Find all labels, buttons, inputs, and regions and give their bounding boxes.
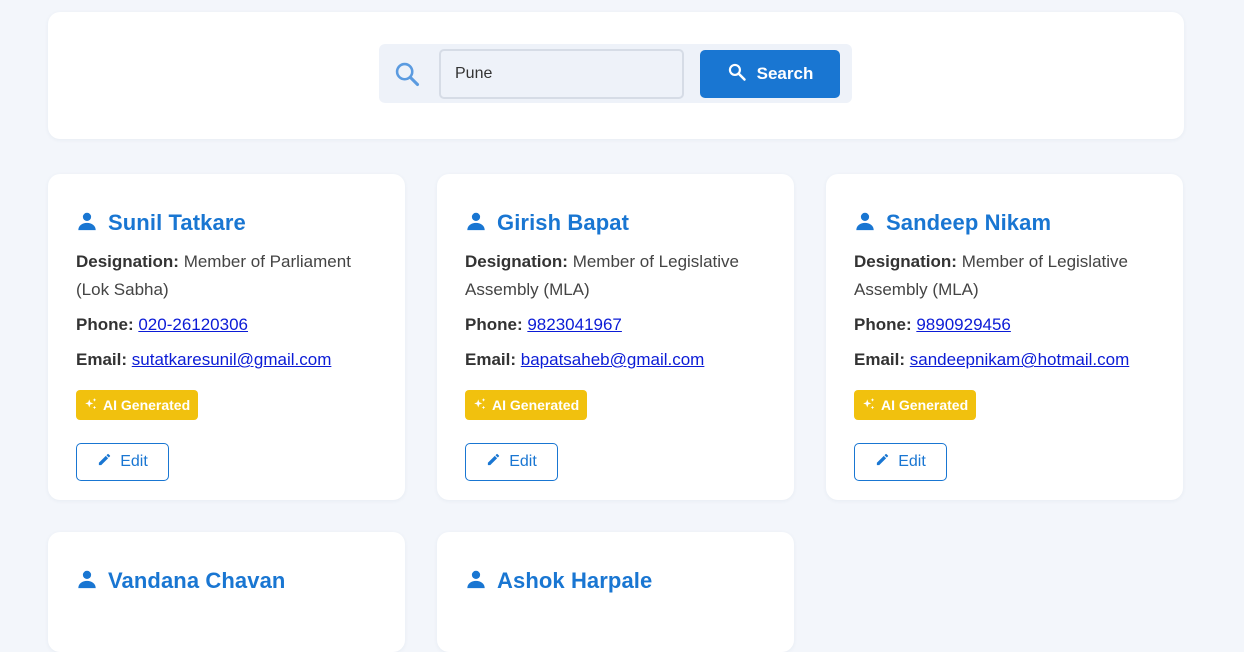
person-icon [76,568,98,595]
contact-name: Sandeep Nikam [886,210,1052,235]
search-button-label: Search [756,64,814,83]
contact-card: Girish Bapat Designation: Member of Legi… [437,174,794,500]
search-icon [727,62,747,87]
designation-field: Designation: Member of Legislative Assem… [465,248,766,304]
ai-generated-badge: AI Generated [465,390,588,420]
email-label: Email: [854,350,906,369]
contact-name: Ashok Harpale [497,568,653,593]
search-bar: Search [379,44,852,103]
email-field: Email: sandeepnikam@hotmail.com [854,346,1155,374]
designation-label: Designation: [854,252,957,271]
badge-label: AI Generated [103,397,191,413]
card-header: Sandeep Nikam [854,210,1155,236]
ai-generated-badge: AI Generated [76,390,199,420]
email-link[interactable]: bapatsaheb@gmail.com [521,350,705,369]
edit-label: Edit [509,453,537,470]
contact-card: Sunil Tatkare Designation: Member of Par… [48,174,405,500]
contact-card: Vandana Chavan [48,532,405,652]
search-button[interactable]: Search [700,50,840,98]
sparkle-icon [473,397,487,414]
person-icon [854,210,876,237]
card-header: Vandana Chavan [76,568,377,594]
card-header: Girish Bapat [465,210,766,236]
person-icon [465,568,487,595]
designation-field: Designation: Member of Parliament (Lok S… [76,248,377,304]
sparkle-icon [862,397,876,414]
phone-field: Phone: 020-26120306 [76,311,377,339]
phone-label: Phone: [76,315,134,334]
email-label: Email: [465,350,517,369]
designation-field: Designation: Member of Legislative Assem… [854,248,1155,304]
phone-link[interactable]: 9823041967 [527,315,622,334]
phone-label: Phone: [854,315,912,334]
person-icon [465,210,487,237]
contact-name: Girish Bapat [497,210,630,235]
badge-label: AI Generated [881,397,969,413]
email-field: Email: bapatsaheb@gmail.com [465,346,766,374]
badge-label: AI Generated [492,397,580,413]
edit-label: Edit [898,453,926,470]
designation-label: Designation: [76,252,179,271]
pencil-icon [486,452,501,472]
pencil-icon [97,452,112,472]
edit-button[interactable]: Edit [465,443,558,481]
phone-field: Phone: 9890929456 [854,311,1155,339]
search-icon [393,60,421,88]
search-input[interactable] [439,49,684,99]
email-field: Email: sutatkaresunil@gmail.com [76,346,377,374]
email-link[interactable]: sutatkaresunil@gmail.com [132,350,332,369]
edit-label: Edit [120,453,148,470]
email-label: Email: [76,350,128,369]
email-link[interactable]: sandeepnikam@hotmail.com [910,350,1129,369]
phone-link[interactable]: 9890929456 [916,315,1011,334]
ai-generated-badge: AI Generated [854,390,977,420]
contact-card: Ashok Harpale [437,532,794,652]
person-icon [76,210,98,237]
phone-link[interactable]: 020-26120306 [138,315,248,334]
card-header: Ashok Harpale [465,568,766,594]
edit-button[interactable]: Edit [854,443,947,481]
search-panel: Search [48,12,1184,139]
phone-label: Phone: [465,315,523,334]
contact-name: Vandana Chavan [108,568,286,593]
phone-field: Phone: 9823041967 [465,311,766,339]
sparkle-icon [84,397,98,414]
contact-name: Sunil Tatkare [108,210,246,235]
contact-card: Sandeep Nikam Designation: Member of Leg… [826,174,1183,500]
card-header: Sunil Tatkare [76,210,377,236]
edit-button[interactable]: Edit [76,443,169,481]
designation-label: Designation: [465,252,568,271]
pencil-icon [875,452,890,472]
